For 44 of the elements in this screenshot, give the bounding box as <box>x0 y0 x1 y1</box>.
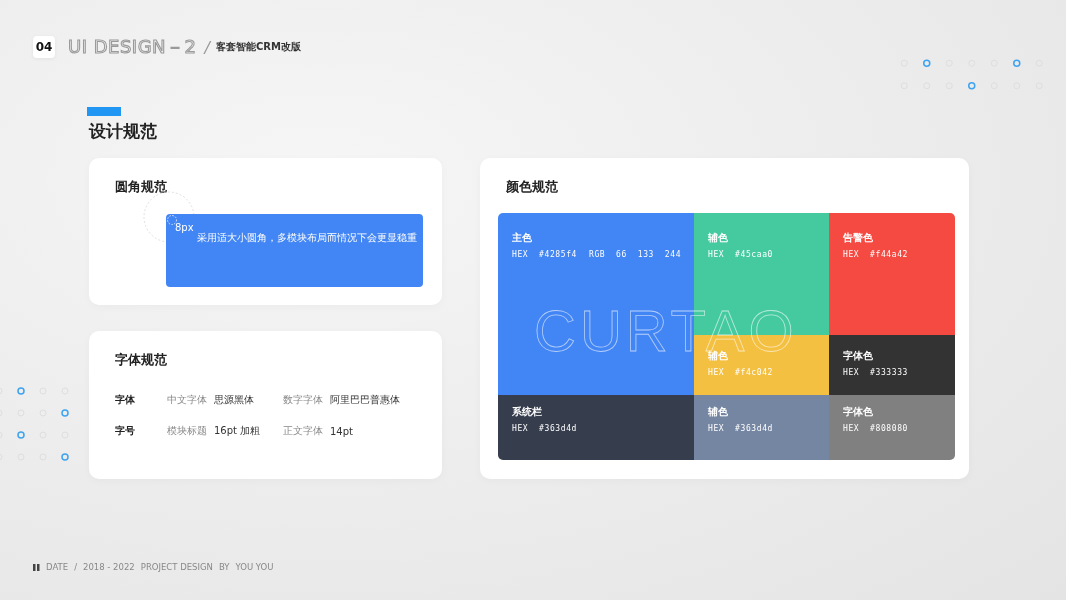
color-code: HEX #f44a42 <box>843 250 908 259</box>
swatch-name: 系统栏 <box>512 405 542 419</box>
bars-icon <box>33 563 40 571</box>
font-key: 模块标题 <box>167 424 214 438</box>
font-value: 阿里巴巴普惠体 <box>330 393 401 407</box>
row-label: 字号 <box>115 424 136 438</box>
radius-label: 8px <box>175 222 194 233</box>
color-code: HEX #363d4d <box>512 424 577 433</box>
swatch-name: 辅色 <box>708 231 728 245</box>
project-subtitle: 客套智能CRM改版 <box>215 40 301 54</box>
swatch-name: 主色 <box>512 231 532 245</box>
footer-text: PROJECT DESIGN <box>140 562 213 572</box>
footer-text: 2018 - 2022 <box>83 562 135 572</box>
page-number: 04 <box>33 36 55 58</box>
footer-text: DATE <box>46 562 69 572</box>
title-highlight <box>87 107 121 116</box>
swatch-name: 字体色 <box>843 349 873 363</box>
swatch-name: 辅色 <box>708 405 728 419</box>
font-value: 思源黑体 <box>214 393 255 407</box>
font-key: 数字字体 <box>283 393 330 407</box>
card-title: 圆角规范 <box>115 178 167 196</box>
font-value: 16pt 加粗 <box>214 424 262 438</box>
color-code: HEX #363d4d <box>708 424 773 433</box>
font-key: 中文字体 <box>167 393 214 407</box>
section-title: 设计规范 <box>89 123 157 140</box>
card-title: 颜色规范 <box>506 178 558 196</box>
sample-text: 采用适大小圆角，多模块布局而情况下会更显稳重 <box>197 231 417 245</box>
color-code: HEX #f4c042 <box>708 368 773 377</box>
swatch-name: 字体色 <box>843 405 873 419</box>
footer-text: BY <box>218 562 230 572</box>
row-label: 字体 <box>115 393 136 407</box>
color-code: RGB 66 133 244 <box>589 250 682 259</box>
page-title: UI DESIGN－2 <box>68 35 197 59</box>
swatch-name: 告警色 <box>843 231 873 245</box>
font-key: 正文字体 <box>283 424 330 438</box>
footer-text: / <box>74 562 77 572</box>
card-title: 字体规范 <box>115 351 167 369</box>
color-code: HEX #45caa0 <box>708 250 773 259</box>
separator: / <box>204 37 210 57</box>
footer-text: YOU YOU <box>235 562 274 572</box>
color-code: HEX #333333 <box>843 368 908 377</box>
color-code: HEX #4285f4 <box>512 250 577 259</box>
font-value: 14pt <box>330 425 354 437</box>
color-code: HEX #808080 <box>843 424 908 433</box>
